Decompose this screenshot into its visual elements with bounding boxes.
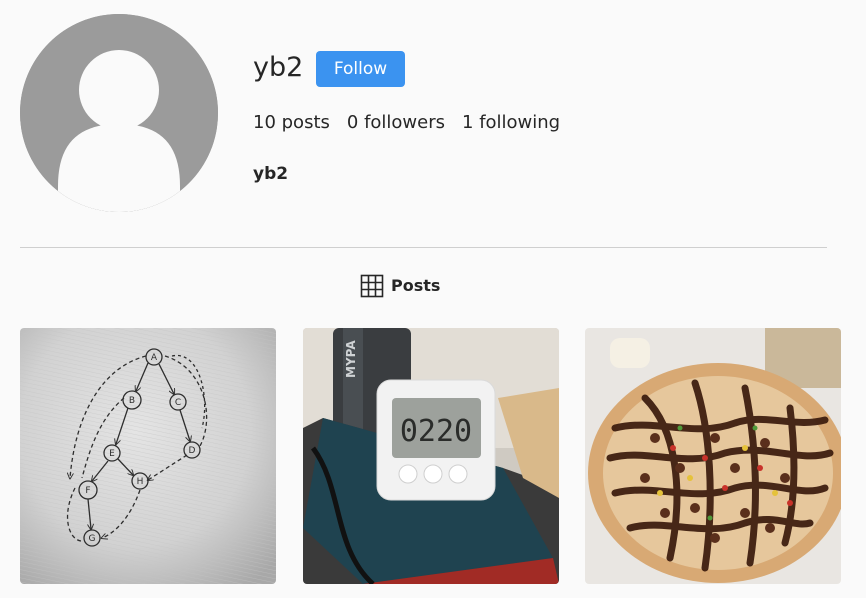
timer-display: 0220: [400, 414, 472, 449]
profile-page: yb2 Follow 10 posts 0 followers 1 follow…: [0, 0, 866, 598]
post-image-diagram: A B C D E F H G: [20, 328, 276, 584]
svg-text:F: F: [85, 486, 90, 496]
follow-button[interactable]: Follow: [316, 51, 405, 87]
grid-icon: [360, 274, 384, 298]
svg-text:MYPA: MYPA: [344, 340, 358, 378]
profile-stats: 10 posts 0 followers 1 following: [253, 111, 560, 135]
posts-count: 10 posts: [253, 112, 330, 133]
post-thumbnail-3[interactable]: [585, 328, 841, 584]
svg-text:B: B: [129, 396, 135, 406]
svg-text:D: D: [189, 446, 196, 456]
svg-text:G: G: [89, 534, 96, 544]
profile-display-name: yb2: [253, 164, 289, 184]
post-image-timer: MYPA 0220: [303, 328, 559, 584]
svg-text:H: H: [137, 477, 144, 487]
post-image-pizza: [585, 328, 841, 584]
tab-posts[interactable]: Posts: [360, 274, 440, 298]
post-thumbnail-1[interactable]: A B C D E F H G: [20, 328, 276, 584]
svg-text:C: C: [175, 398, 181, 408]
svg-text:E: E: [109, 449, 115, 459]
divider: [20, 247, 827, 248]
avatar: [20, 14, 218, 212]
profile-username: yb2: [253, 52, 304, 83]
default-user-icon: [20, 14, 218, 212]
tab-posts-label: Posts: [391, 276, 441, 295]
followers-count[interactable]: 0 followers: [347, 111, 445, 135]
following-count[interactable]: 1 following: [462, 111, 560, 135]
post-thumbnail-2[interactable]: MYPA 0220: [303, 328, 559, 584]
svg-text:A: A: [151, 353, 158, 363]
